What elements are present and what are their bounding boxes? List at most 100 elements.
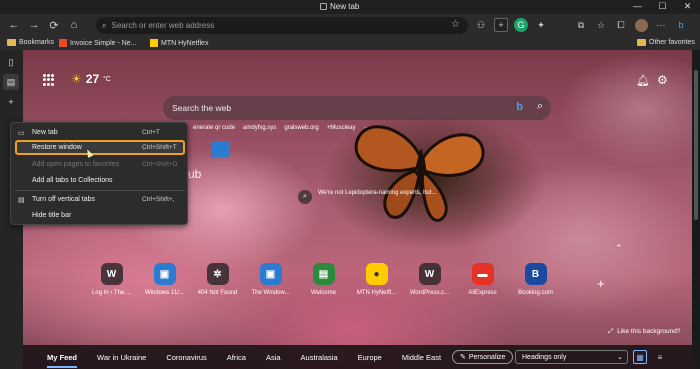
tab-coronavirus[interactable]: Coronavirus bbox=[156, 353, 216, 362]
minimize-icon[interactable]: — bbox=[625, 0, 650, 14]
menu-item-label: Hide title bar bbox=[32, 212, 72, 219]
mtn-icon bbox=[150, 39, 158, 47]
new-tab-page-icon[interactable]: ▤ bbox=[3, 74, 19, 90]
favorite-bookmarks[interactable]: Bookmarks bbox=[7, 39, 54, 46]
menu-item-hide-title-bar[interactable]: Hide title bar bbox=[11, 208, 189, 223]
tab-actions-icon[interactable]: ▯ bbox=[3, 54, 19, 70]
favorite-label: MTN HyNetflex bbox=[161, 39, 209, 47]
tile-label: Log In › The ... bbox=[92, 290, 131, 296]
search-icon: ⌕ bbox=[102, 20, 107, 30]
tab-page-icon bbox=[320, 3, 327, 10]
favorites-bar: Bookmarks Invoice Simple - Ne... MTN HyN… bbox=[0, 36, 700, 50]
tab-australasia[interactable]: Australasia bbox=[291, 353, 348, 362]
add-favorite-icon[interactable]: ☆ bbox=[451, 19, 460, 30]
avatar[interactable] bbox=[634, 18, 648, 32]
feed-tabs: My Feed War in Ukraine Coronavirus Afric… bbox=[37, 353, 451, 368]
search-icon[interactable]: ⌕ bbox=[537, 100, 543, 113]
folder-icon bbox=[637, 39, 646, 46]
tile-wordpress-com[interactable]: W WordPress.c... bbox=[403, 263, 456, 296]
mtn-icon: ● bbox=[365, 263, 388, 285]
tile-windows11[interactable]: ▣ Windows 11/... bbox=[138, 263, 191, 296]
favorite-label: Invoice Simple - Ne... bbox=[70, 39, 137, 47]
collapse-chevron-up-icon[interactable]: ⌃ bbox=[615, 243, 623, 254]
personalize-button[interactable]: ✎ Personalize bbox=[452, 350, 514, 364]
tab-middle-east[interactable]: Middle East bbox=[392, 353, 451, 362]
more-options-icon[interactable]: ··· bbox=[654, 18, 668, 32]
tab-my-feed[interactable]: My Feed bbox=[37, 353, 87, 368]
notifications-bell-icon[interactable]: 🔔︎ bbox=[636, 74, 650, 87]
layout-dropdown[interactable]: Headings only ⌄ bbox=[515, 350, 628, 364]
window-controls: — ☐ ✕ bbox=[625, 0, 700, 14]
news-feed-bar: My Feed War in Ukraine Coronavirus Afric… bbox=[23, 345, 700, 369]
tab-war-in-ukraine[interactable]: War in Ukraine bbox=[87, 353, 156, 362]
search-placeholder: Search the web bbox=[172, 103, 232, 113]
tile-wordpress-login[interactable]: W Log In › The ... bbox=[85, 263, 138, 296]
favorite-mtn-hynetflex[interactable]: MTN HyNetflex bbox=[150, 39, 208, 47]
tile-label: 404 Not Found bbox=[197, 290, 238, 296]
puzzle-icon[interactable]: ⧉ bbox=[574, 18, 588, 32]
menu-item-new-tab[interactable]: ▭ New tab Ctrl+T bbox=[11, 125, 189, 140]
list-view-icon[interactable]: ≡ bbox=[653, 350, 667, 364]
wordpress-icon: W bbox=[100, 263, 123, 285]
butterfly-image bbox=[354, 125, 485, 222]
tab-africa[interactable]: Africa bbox=[217, 353, 256, 362]
menu-item-label: Add all tabs to Collections bbox=[32, 177, 113, 184]
weather-widget[interactable]: ☀ 27 °C bbox=[71, 72, 111, 86]
tile-mtn[interactable]: ● MTN HyNetfl... bbox=[350, 263, 403, 296]
tile-booking[interactable]: B Booking.com bbox=[509, 263, 562, 296]
add-site-plus-icon[interactable]: + bbox=[597, 276, 605, 291]
menu-item-add-all-tabs-to-collections[interactable]: Add all tabs to Collections bbox=[11, 173, 189, 188]
forward-arrow-icon[interactable]: → bbox=[24, 15, 44, 35]
background-story[interactable]: ⌕ We're not Lepidoptera-naming experts, … bbox=[298, 190, 498, 204]
new-tab-plus-icon[interactable]: + bbox=[3, 94, 19, 110]
wordpress-icon: W bbox=[418, 263, 441, 285]
extension-icon[interactable]: + bbox=[494, 18, 508, 32]
tab-europe[interactable]: Europe bbox=[348, 353, 392, 362]
tile-welcome[interactable]: ▤ Welcome bbox=[297, 263, 350, 296]
address-bar[interactable]: ⌕ Search or enter web address ☆ bbox=[96, 17, 468, 34]
other-favorites[interactable]: Other favorites bbox=[637, 39, 695, 46]
page-settings-gear-icon[interactable]: ⚙ bbox=[657, 73, 668, 87]
windowsclub-logo-icon bbox=[211, 141, 229, 157]
tab-asia[interactable]: Asia bbox=[256, 353, 291, 362]
maximize-icon[interactable]: ☐ bbox=[650, 0, 675, 14]
quick-search-item[interactable]: enerate qr code bbox=[193, 125, 235, 131]
menu-item-restore-window[interactable]: Restore window Ctrl+Shift+T bbox=[15, 140, 185, 155]
back-arrow-icon[interactable]: ← bbox=[4, 15, 24, 35]
quick-search-item[interactable]: amdyfxg.sys bbox=[243, 125, 276, 131]
home-icon[interactable]: ⌂ bbox=[64, 15, 84, 35]
favorites-icon[interactable]: ☆ bbox=[594, 18, 608, 32]
refresh-icon[interactable]: ⟳ bbox=[44, 15, 64, 35]
copilot-icon[interactable]: b bbox=[674, 18, 688, 32]
menu-item-shortcut: Ctrl+Shift+D bbox=[142, 161, 178, 168]
quick-search-item[interactable]: gralsweb.org bbox=[284, 125, 318, 131]
page-scrollbar[interactable] bbox=[692, 50, 700, 369]
menu-item-label: Add open pages to favorites bbox=[32, 161, 120, 168]
grammar-extension-icon[interactable]: G bbox=[514, 18, 528, 32]
tile-label: MTN HyNetfl... bbox=[356, 290, 397, 296]
layout-dropdown-value: Headings only bbox=[522, 353, 567, 361]
weather-unit: °C bbox=[103, 75, 111, 83]
tile-label: AliExpress bbox=[468, 290, 497, 296]
address-placeholder: Search or enter web address bbox=[111, 21, 215, 30]
favorite-invoice-simple[interactable]: Invoice Simple - Ne... bbox=[59, 39, 137, 47]
app-launcher-icon[interactable] bbox=[43, 74, 55, 86]
like-background-button[interactable]: ⤢ Like this background? bbox=[608, 328, 680, 336]
close-icon[interactable]: ✕ bbox=[675, 0, 700, 14]
tile-404[interactable]: ✲ 404 Not Found bbox=[191, 263, 244, 296]
menu-item-shortcut: Ctrl+Shift+T bbox=[142, 144, 177, 151]
title-bar: New tab — ☐ ✕ bbox=[0, 0, 700, 14]
partly-sunny-icon: ☀ bbox=[71, 72, 82, 86]
windowsclub-icon: ▣ bbox=[153, 263, 176, 285]
games-icon[interactable]: ⚇ bbox=[474, 18, 488, 32]
slack-icon: ✲ bbox=[206, 263, 229, 285]
grid-view-icon[interactable]: ▦ bbox=[633, 350, 647, 364]
menu-item-turn-off-vertical-tabs[interactable]: ▤ Turn off vertical tabs Ctrl+Shift+, bbox=[11, 192, 189, 207]
welcome-icon: ▤ bbox=[312, 263, 335, 285]
quick-links-tiles: W Log In › The ... ▣ Windows 11/... ✲ 40… bbox=[85, 263, 562, 296]
tile-thewindowsclub[interactable]: ▣ The Window... bbox=[244, 263, 297, 296]
extension-star-icon[interactable]: ✦ bbox=[534, 18, 548, 32]
tile-aliexpress[interactable]: ▬ AliExpress bbox=[456, 263, 509, 296]
collections-icon[interactable]: ⧠ bbox=[614, 18, 628, 32]
bing-icon[interactable]: b bbox=[516, 101, 523, 113]
